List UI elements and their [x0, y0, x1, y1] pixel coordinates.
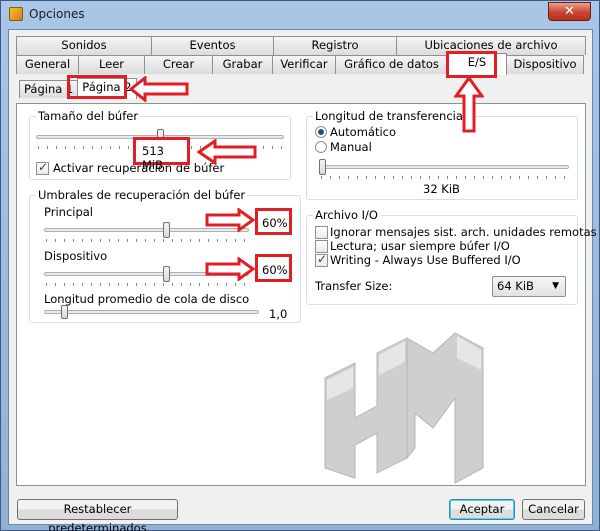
annotation-arrow-subtab: [129, 76, 189, 102]
queue-length-slider[interactable]: [44, 305, 259, 319]
transfer-length-value: 32 KiB: [423, 182, 460, 196]
thresholds-title: Umbrales de recuperación del búfer: [36, 188, 248, 202]
enable-recovery-checkbox[interactable]: [36, 160, 49, 175]
slider-ticks: [46, 283, 247, 286]
highlight-box-es-tab: [446, 51, 497, 78]
tab-dispositivo[interactable]: Dispositivo: [506, 55, 584, 74]
tab-registro[interactable]: Registro: [273, 36, 397, 55]
close-button[interactable]: ✕: [548, 2, 591, 21]
auto-radio[interactable]: [315, 126, 327, 138]
slider-thumb[interactable]: [163, 266, 170, 282]
auto-label: Automático: [330, 125, 397, 139]
slider-track: [44, 310, 259, 314]
slider-thumb[interactable]: [163, 222, 170, 238]
tab-leer[interactable]: Leer: [78, 55, 145, 74]
tab-general[interactable]: General: [16, 55, 79, 74]
annotation-arrow-buffer: [197, 139, 257, 165]
manual-radio[interactable]: [315, 141, 327, 153]
dialog-client: Sonidos Eventos Registro Ubicaciones de …: [8, 29, 597, 531]
annotation-arrow-principal: [205, 208, 256, 232]
titlebar[interactable]: Opciones ✕: [1, 1, 599, 29]
ignore-messages-checkbox[interactable]: [315, 226, 328, 239]
device-label: Dispositivo: [44, 249, 108, 263]
transfer-length-group: Longitud de transferencia Automático Man…: [306, 109, 578, 200]
transfer-size-select[interactable]: 64 KiB ▼: [492, 276, 566, 297]
device-value: 60%: [262, 263, 288, 277]
chevron-down-icon: ▼: [552, 281, 559, 291]
file-io-group: Archivo I/O Ignorar mensajes sist. arch.…: [306, 208, 597, 305]
tab-row-2: General Leer Crear Grabar Verificar Gráf…: [16, 53, 584, 75]
reset-defaults-button[interactable]: Restablecer predeterminados: [17, 499, 178, 531]
principal-value: 60%: [262, 216, 288, 230]
buffer-size-title: Tamaño del búfer: [36, 109, 141, 123]
slider-track: [319, 165, 569, 169]
tab-grabar[interactable]: Grabar: [212, 55, 273, 74]
tab-crear[interactable]: Crear: [144, 55, 213, 74]
transfer-length-title: Longitud de transferencia: [313, 109, 465, 123]
principal-label: Principal: [44, 205, 94, 219]
tab-grafico-de-datos[interactable]: Gráfico de datos: [335, 55, 448, 74]
queue-length-label: Longitud promedio de cola de disco: [44, 292, 250, 306]
read-buffer-label: Lectura; usar siempre búfer I/O: [330, 239, 510, 253]
ignore-messages-label: Ignorar mensajes sist. arch. unidades re…: [330, 225, 597, 239]
highlight-box-device: 60%: [255, 254, 292, 282]
highlight-box-subtab: [67, 75, 127, 99]
tab-verificar[interactable]: Verificar: [272, 55, 336, 74]
slider-thumb[interactable]: [61, 305, 68, 319]
tab-sonidos[interactable]: Sonidos: [16, 36, 152, 55]
slider-thumb[interactable]: [319, 159, 326, 175]
transfer-size-value: 64 KiB: [497, 279, 534, 293]
window-title: Opciones: [29, 7, 85, 21]
manual-label: Manual: [330, 140, 372, 154]
highlight-box-buffer-value: 513 MiB: [133, 137, 190, 172]
transfer-length-slider[interactable]: [319, 157, 569, 179]
annotation-arrow-es: [454, 76, 484, 133]
options-window: Opciones ✕ Sonidos Eventos Registro Ubic…: [0, 0, 600, 531]
file-io-title: Archivo I/O: [313, 208, 380, 222]
write-buffer-label: Writing - Always Use Buffered I/O: [330, 253, 521, 267]
slider-ticks: [46, 239, 247, 242]
slider-ticks: [321, 176, 567, 179]
app-icon: [9, 7, 23, 21]
cancel-button[interactable]: Cancelar: [522, 499, 585, 520]
queue-length-value: 1,0: [269, 307, 288, 321]
hm-logo-icon: [324, 332, 484, 484]
tab-eventos[interactable]: Eventos: [151, 36, 274, 55]
write-buffer-checkbox[interactable]: [315, 252, 328, 267]
annotation-arrow-device: [205, 257, 256, 281]
buffer-size-value: 513 MiB: [142, 144, 164, 172]
highlight-box-principal: 60%: [255, 208, 292, 235]
accept-button[interactable]: Aceptar: [449, 499, 515, 520]
transfer-size-label: Transfer Size:: [315, 279, 393, 293]
